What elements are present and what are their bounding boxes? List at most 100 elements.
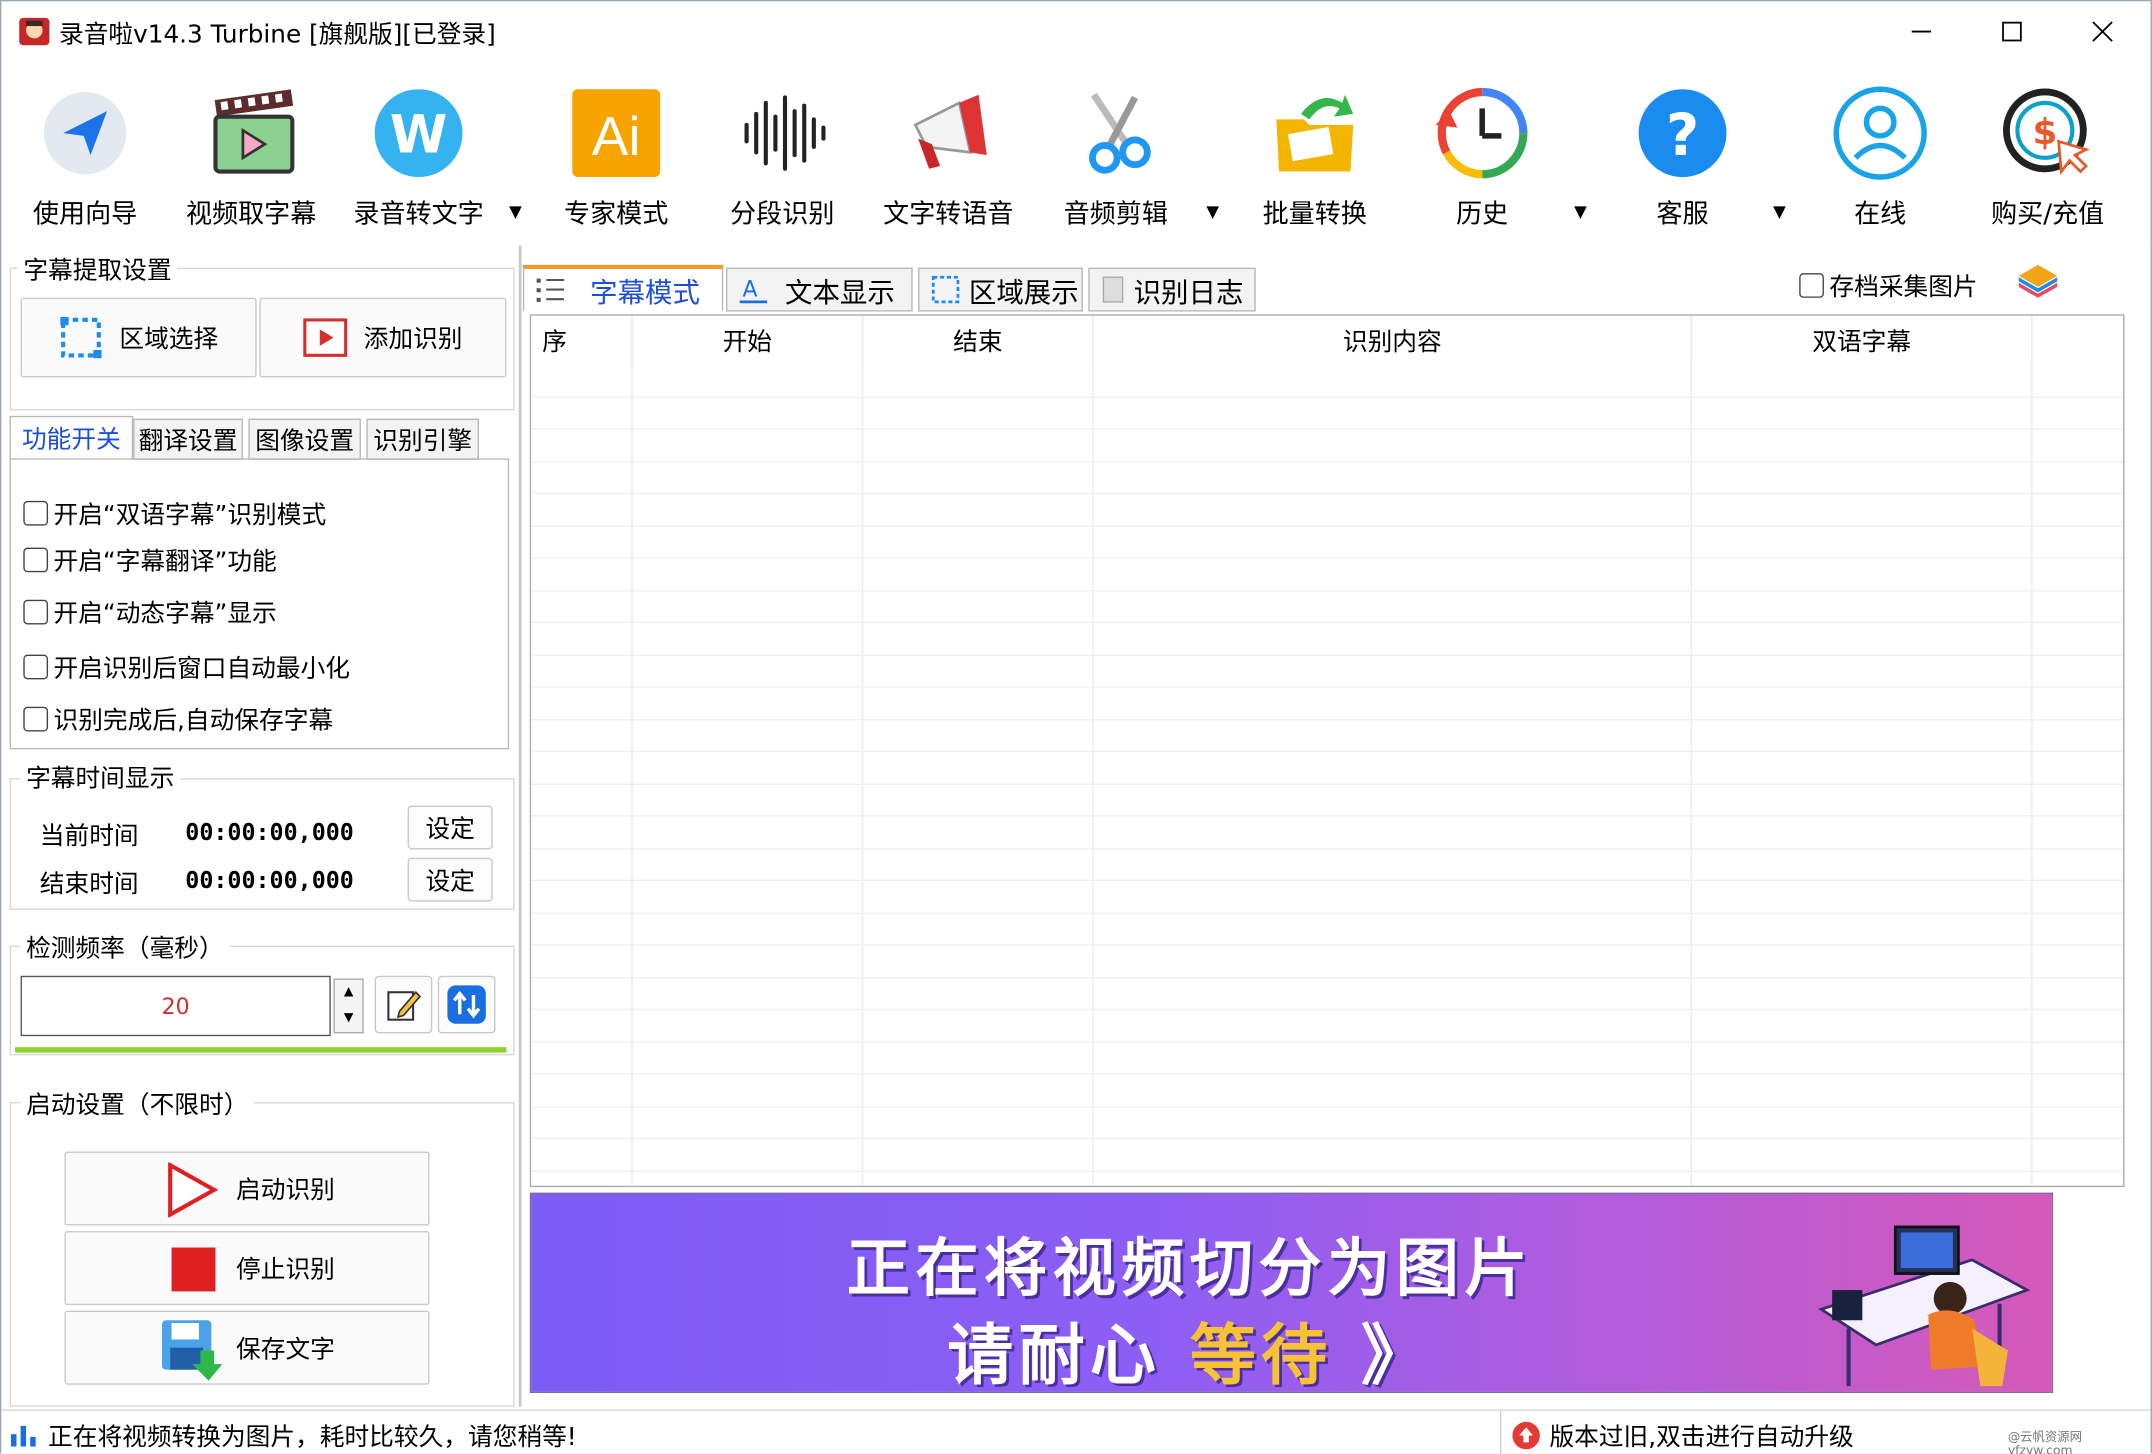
toolbar-online-button[interactable]: 在线 bbox=[1805, 75, 1956, 234]
table-row[interactable] bbox=[531, 913, 2124, 946]
checkbox[interactable] bbox=[23, 654, 49, 680]
toolbar-label: 客服 bbox=[1656, 198, 1709, 230]
toolbar-label: 音频剪辑 bbox=[1063, 198, 1168, 230]
table-row[interactable] bbox=[531, 397, 2124, 430]
region-select-button[interactable]: 区域选择 bbox=[20, 297, 257, 378]
stop-icon bbox=[171, 1247, 216, 1292]
toolbar-history-button[interactable]: 历史 bbox=[1407, 75, 1558, 234]
table-row[interactable] bbox=[531, 1075, 2124, 1107]
dropdown-caret-icon[interactable]: ▼ bbox=[1773, 202, 1786, 221]
table-row[interactable] bbox=[531, 526, 2124, 559]
upgrade-notice[interactable]: 版本过旧,双击进行自动升级 bbox=[1511, 1418, 1854, 1454]
option-dynamic-subtitle[interactable]: 开启“动态字幕”显示 bbox=[23, 594, 277, 630]
toolbar-segment-recognize-button[interactable]: 分段识别 bbox=[707, 75, 858, 234]
table-row[interactable] bbox=[531, 655, 2124, 688]
table-row[interactable] bbox=[531, 462, 2124, 495]
checkbox[interactable] bbox=[23, 547, 49, 573]
table-row[interactable] bbox=[531, 1042, 2124, 1075]
tab-translate-settings[interactable]: 翻译设置 bbox=[133, 418, 243, 460]
table-row[interactable] bbox=[531, 1139, 2124, 1172]
current-time-value: 00:00:00,000 bbox=[185, 819, 354, 847]
table-row[interactable] bbox=[531, 1107, 2124, 1140]
status-bar: 正在将视频转换为图片，耗时比较久，请您稍等! 版本过旧,双击进行自动升级 @云帆… bbox=[1, 1409, 2151, 1454]
swap-frequency-button[interactable] bbox=[437, 975, 496, 1034]
maximize-button[interactable] bbox=[1967, 4, 2058, 59]
dropdown-caret-icon[interactable]: ▼ bbox=[509, 202, 522, 221]
table-row[interactable] bbox=[531, 752, 2124, 785]
toolbar-text-to-speech-button[interactable]: 文字转语音 bbox=[873, 75, 1024, 234]
end-time-value: 00:00:00,000 bbox=[185, 867, 354, 895]
frequency-input[interactable]: 20 bbox=[20, 975, 331, 1037]
tab-label: 翻译设置 bbox=[138, 426, 238, 456]
edit-frequency-button[interactable] bbox=[374, 975, 433, 1034]
toolbar-audio-edit-button[interactable]: 音频剪辑 bbox=[1040, 75, 1191, 234]
banner-arrows: 》 bbox=[1361, 1317, 1433, 1393]
table-row[interactable] bbox=[531, 1010, 2124, 1043]
table-row[interactable] bbox=[531, 817, 2124, 849]
table-row[interactable] bbox=[531, 430, 2124, 462]
dropdown-caret-icon[interactable]: ▼ bbox=[1206, 202, 1219, 221]
checkbox[interactable] bbox=[23, 599, 49, 625]
save-images-label: 存档采集图片 bbox=[1829, 273, 1978, 302]
toolbar-guide-button[interactable]: 使用向导 bbox=[10, 75, 161, 234]
option-auto-save[interactable]: 识别完成后,自动保存字幕 bbox=[23, 701, 333, 737]
table-row[interactable] bbox=[531, 623, 2124, 656]
toolbar-batch-convert-button[interactable]: 批量转换 bbox=[1239, 75, 1390, 234]
ai-icon: Ai bbox=[572, 89, 661, 178]
table-row[interactable] bbox=[531, 720, 2124, 753]
app-window: 录音啦v14.3 Turbine [旗舰版][已登录] 使用向导 视频取字幕 W… bbox=[0, 0, 2152, 1454]
layers-icon[interactable] bbox=[2016, 259, 2060, 303]
option-bilingual-mode[interactable]: 开启“双语字幕”识别模式 bbox=[23, 495, 326, 531]
table-row[interactable] bbox=[531, 494, 2124, 527]
table-row[interactable] bbox=[531, 688, 2124, 720]
tab-text-display[interactable]: A 文本显示 bbox=[725, 267, 913, 312]
table-row[interactable] bbox=[531, 978, 2124, 1011]
toolbar-purchase-button[interactable]: $ 购买/充值 bbox=[1972, 75, 2123, 234]
column-header-index[interactable]: 序 bbox=[531, 315, 633, 366]
tab-function-switch[interactable]: 功能开关 bbox=[9, 415, 134, 460]
tab-recognize-log[interactable]: 识别日志 bbox=[1088, 267, 1256, 312]
column-header-start[interactable]: 开始 bbox=[633, 315, 864, 366]
tab-label: 字幕模式 bbox=[590, 275, 700, 309]
save-images-option[interactable]: 存档采集图片 bbox=[1799, 268, 1978, 304]
frequency-spinner[interactable]: ▲ ▼ bbox=[333, 978, 364, 1034]
dropdown-caret-icon[interactable]: ▼ bbox=[1574, 202, 1587, 221]
banner-text: 请耐心 bbox=[947, 1317, 1162, 1393]
toolbar-video-subtitle-button[interactable]: 视频取字幕 bbox=[176, 75, 327, 234]
toolbar-expert-mode-button[interactable]: Ai 专家模式 bbox=[541, 75, 692, 234]
table-row[interactable] bbox=[531, 784, 2124, 817]
column-header-end[interactable]: 结束 bbox=[863, 315, 1094, 366]
table-row[interactable] bbox=[531, 849, 2124, 882]
panel-splitter[interactable] bbox=[518, 245, 522, 1407]
checkbox[interactable] bbox=[23, 706, 49, 732]
tab-label: 识别日志 bbox=[1133, 275, 1244, 309]
table-row[interactable] bbox=[531, 591, 2124, 624]
tab-label: 识别引擎 bbox=[373, 426, 473, 456]
table-row[interactable] bbox=[531, 881, 2124, 914]
stop-recognize-label: 停止识别 bbox=[236, 1255, 335, 1285]
stop-recognize-button[interactable]: 停止识别 bbox=[64, 1231, 430, 1306]
column-header-bilingual[interactable]: 双语字幕 bbox=[1692, 315, 2033, 366]
add-recognize-button[interactable]: 添加识别 bbox=[259, 297, 507, 378]
minimize-button[interactable] bbox=[1876, 4, 1967, 59]
set-end-time-button[interactable]: 设定 bbox=[407, 857, 493, 902]
table-row[interactable] bbox=[531, 365, 2124, 398]
question-icon: ? bbox=[1638, 89, 1727, 178]
option-subtitle-translate[interactable]: 开启“字幕翻译”功能 bbox=[23, 542, 277, 578]
checkbox[interactable] bbox=[23, 500, 49, 526]
tab-recognize-engine[interactable]: 识别引擎 bbox=[366, 418, 479, 460]
close-button[interactable] bbox=[2057, 4, 2148, 59]
table-row[interactable] bbox=[531, 946, 2124, 978]
set-current-time-button[interactable]: 设定 bbox=[407, 805, 493, 850]
toolbar-audio-to-text-button[interactable]: W 录音转文字 bbox=[343, 75, 494, 234]
save-text-button[interactable]: 保存文字 bbox=[64, 1310, 430, 1385]
tab-region-display[interactable]: 区域展示 bbox=[918, 267, 1083, 312]
option-auto-minimize[interactable]: 开启识别后窗口自动最小化 bbox=[23, 649, 350, 685]
checkbox[interactable] bbox=[1799, 273, 1824, 298]
table-row[interactable] bbox=[531, 559, 2124, 591]
toolbar-support-button[interactable]: ? 客服 bbox=[1607, 75, 1758, 234]
tab-subtitle-mode[interactable]: 字幕模式 bbox=[522, 264, 724, 312]
column-header-content[interactable]: 识别内容 bbox=[1094, 315, 1693, 366]
tab-image-settings[interactable]: 图像设置 bbox=[248, 418, 361, 460]
start-recognize-button[interactable]: 启动识别 bbox=[64, 1151, 430, 1226]
